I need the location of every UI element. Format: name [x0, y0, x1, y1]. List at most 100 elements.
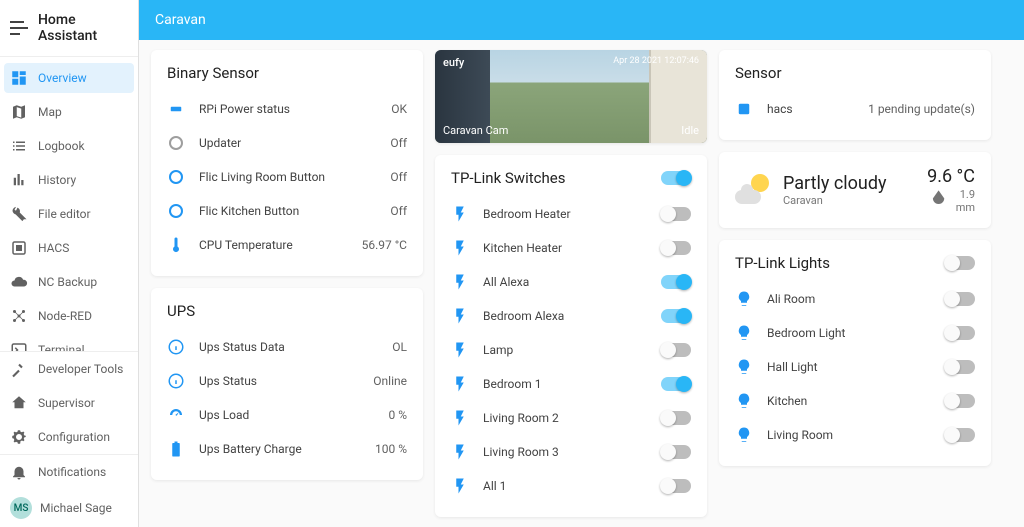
battery-icon	[167, 440, 185, 458]
sidebar-item-user[interactable]: MS Michael Sage	[0, 489, 138, 527]
row-value: Online	[373, 374, 407, 388]
sidebar-header: Home Assistant	[0, 0, 138, 57]
light-toggle[interactable]	[945, 394, 975, 408]
switch-row[interactable]: Bedroom Alexa	[435, 299, 707, 333]
ups-row-battery[interactable]: Ups Battery Charge 100 %	[151, 432, 423, 466]
row-label: Kitchen	[767, 394, 945, 408]
card-title: TP-Link Switches	[451, 169, 565, 187]
circle-icon	[167, 202, 185, 220]
switch-row[interactable]: Kitchen Heater	[435, 231, 707, 265]
switch-toggle[interactable]	[661, 207, 691, 221]
sidebar-item-map[interactable]: Map	[0, 95, 138, 129]
weather-temperature: 9.6 °C	[925, 166, 975, 187]
sidebar-item-logbook[interactable]: Logbook	[0, 129, 138, 163]
gauge-icon	[167, 406, 185, 424]
nav-label: HACS	[38, 241, 69, 255]
switches-master-toggle[interactable]	[661, 171, 691, 185]
row-label: Hall Light	[767, 360, 945, 374]
flash-icon	[451, 409, 469, 427]
sidebar-item-configuration[interactable]: Configuration	[0, 420, 138, 454]
row-value: OL	[392, 340, 407, 354]
circle-icon	[167, 168, 185, 186]
row-label: All 1	[483, 479, 661, 493]
row-value: 0 %	[388, 408, 407, 422]
sidebar-item-history[interactable]: History	[0, 163, 138, 197]
sidebar-item-overview[interactable]: Overview	[4, 63, 134, 93]
switch-row[interactable]: All Alexa	[435, 265, 707, 299]
hammer-icon	[10, 360, 28, 378]
row-value: Off	[390, 136, 407, 150]
sidebar-item-devtools[interactable]: Developer Tools	[0, 352, 138, 386]
switch-row[interactable]: Living Room 3	[435, 435, 707, 469]
sidebar-nav: Overview Map Logbook History File editor…	[0, 57, 138, 351]
sensor-row-cpu-temp[interactable]: CPU Temperature 56.97 °C	[151, 228, 423, 262]
switch-row[interactable]: Bedroom 1	[435, 367, 707, 401]
sidebar-item-node-red[interactable]: Node-RED	[0, 299, 138, 333]
weather-card[interactable]: Partly cloudy Caravan 9.6 °C 1.9 mm	[719, 152, 991, 228]
gear-icon	[10, 428, 28, 446]
light-row[interactable]: Hall Light	[719, 350, 991, 384]
sidebar-item-terminal[interactable]: Terminal	[0, 333, 138, 351]
sensor-row-hacs[interactable]: hacs 1 pending update(s)	[719, 92, 991, 126]
sidebar-item-nc-backup[interactable]: NC Backup	[0, 265, 138, 299]
row-label: Ups Load	[199, 408, 388, 422]
sensor-card: Sensor hacs 1 pending update(s)	[719, 50, 991, 140]
sidebar-item-file-editor[interactable]: File editor	[0, 197, 138, 231]
list-icon	[10, 137, 28, 155]
sensor-row-flic-kitchen[interactable]: Flic Kitchen Button Off	[151, 194, 423, 228]
menu-icon[interactable]	[10, 21, 28, 35]
switch-row[interactable]: Lamp	[435, 333, 707, 367]
row-label: Lamp	[483, 343, 661, 357]
light-row[interactable]: Kitchen	[719, 384, 991, 418]
info-icon	[167, 338, 185, 356]
row-label: Living Room 3	[483, 445, 661, 459]
light-toggle[interactable]	[945, 326, 975, 340]
row-value: OK	[391, 102, 407, 116]
light-toggle[interactable]	[945, 360, 975, 374]
switch-row[interactable]: Living Room 2	[435, 401, 707, 435]
sensor-row-updater[interactable]: Updater Off	[151, 126, 423, 160]
terminal-icon	[10, 341, 28, 351]
sensor-row-rpi-power[interactable]: RPi Power status OK	[151, 92, 423, 126]
light-row[interactable]: Bedroom Light	[719, 316, 991, 350]
row-label: Flic Kitchen Button	[199, 204, 390, 218]
chart-icon	[10, 171, 28, 189]
ups-row-status-data[interactable]: Ups Status Data OL	[151, 330, 423, 364]
light-row[interactable]: Living Room	[719, 418, 991, 452]
flash-icon	[451, 375, 469, 393]
row-value: Off	[390, 170, 407, 184]
sidebar-item-notifications[interactable]: Notifications	[0, 455, 138, 489]
switch-toggle[interactable]	[661, 343, 691, 357]
switch-toggle[interactable]	[661, 309, 691, 323]
camera-timestamp: Apr 28 2021 12:07:46	[613, 56, 699, 66]
main: Caravan Binary Sensor RPi Power status O…	[139, 0, 1024, 527]
row-label: Bedroom 1	[483, 377, 661, 391]
lights-master-toggle[interactable]	[945, 256, 975, 270]
switch-toggle[interactable]	[661, 377, 691, 391]
ups-row-status[interactable]: Ups Status Online	[151, 364, 423, 398]
nav-label: File editor	[38, 207, 91, 221]
switch-toggle[interactable]	[661, 275, 691, 289]
sidebar-item-supervisor[interactable]: Supervisor	[0, 386, 138, 420]
user-name: Michael Sage	[40, 501, 112, 515]
switch-toggle[interactable]	[661, 445, 691, 459]
switch-row[interactable]: Bedroom Heater	[435, 197, 707, 231]
switch-toggle[interactable]	[661, 479, 691, 493]
row-label: Bedroom Heater	[483, 207, 661, 221]
row-label: Living Room	[767, 428, 945, 442]
switch-toggle[interactable]	[661, 241, 691, 255]
switch-row[interactable]: All 1	[435, 469, 707, 503]
info-icon	[167, 372, 185, 390]
light-toggle[interactable]	[945, 428, 975, 442]
sensor-row-flic-living[interactable]: Flic Living Room Button Off	[151, 160, 423, 194]
brand-title: Home Assistant	[38, 12, 128, 44]
light-row[interactable]: Ali Room	[719, 282, 991, 316]
dashboard-icon	[10, 69, 28, 87]
home-assistant-icon	[10, 394, 28, 412]
camera-card[interactable]: eufy Apr 28 2021 12:07:46 Caravan Cam Id…	[435, 50, 707, 143]
light-toggle[interactable]	[945, 292, 975, 306]
switch-toggle[interactable]	[661, 411, 691, 425]
sidebar-item-hacs[interactable]: HACS	[0, 231, 138, 265]
switches-card: TP-Link Switches Bedroom Heater Kitchen …	[435, 155, 707, 517]
ups-row-load[interactable]: Ups Load 0 %	[151, 398, 423, 432]
